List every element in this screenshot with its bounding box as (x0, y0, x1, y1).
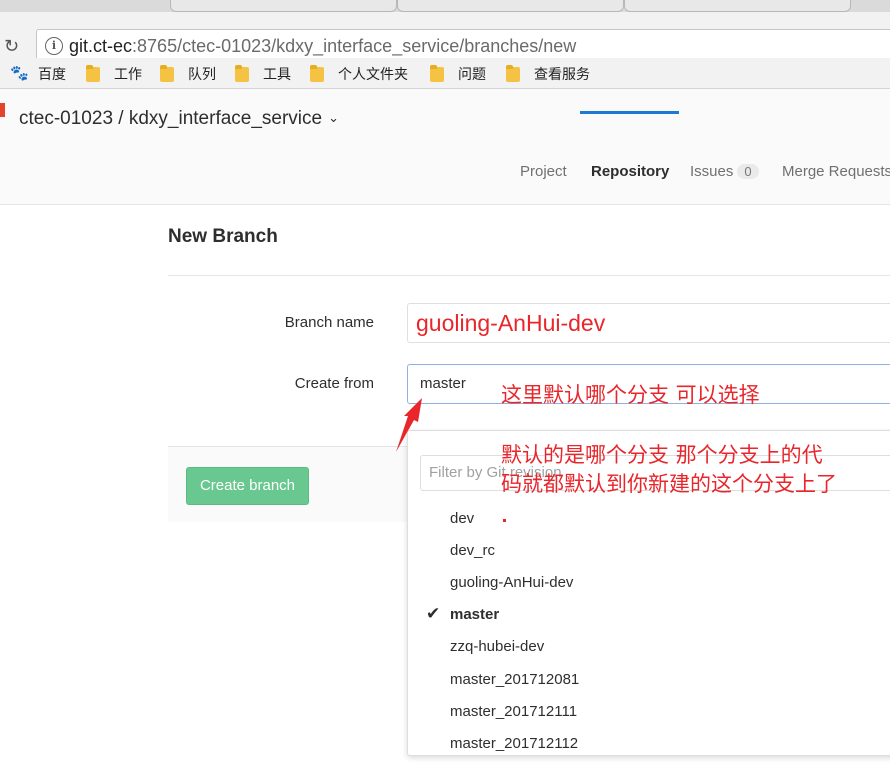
address-bar: ↻ i git.ct-ec:8765/ctec-01023/kdxy_inter… (0, 12, 890, 65)
bookmark-services[interactable]: 查看服务 (506, 64, 590, 84)
bookmark-label: 工具 (263, 66, 291, 82)
annotation-arrow-icon (396, 398, 422, 452)
branch-label: master_201712081 (450, 671, 580, 688)
reload-icon[interactable]: ↻ (4, 36, 19, 57)
branch-name-value: guoling-AnHui-dev (416, 310, 606, 336)
branch-label: dev (450, 510, 475, 527)
page-title: New Branch (168, 226, 278, 247)
branch-item-master[interactable]: ✔ master (408, 601, 890, 631)
tab-issues[interactable]: Issues 0 (690, 163, 759, 180)
divider (168, 275, 890, 276)
bookmark-label: 个人文件夹 (338, 66, 408, 82)
folder-icon (310, 64, 324, 82)
branch-label: guoling-AnHui-dev (450, 574, 574, 591)
url-path: :8765/ctec-01023/kdxy_interface_service/… (132, 36, 577, 56)
folder-icon (160, 64, 174, 82)
folder-icon (235, 64, 249, 82)
info-icon[interactable]: i (45, 37, 63, 55)
branch-item-zzq-hubei-dev[interactable]: zzq-hubei-dev (408, 633, 890, 663)
branch-item-guoling-anhui-dev[interactable]: guoling-AnHui-dev (408, 569, 890, 599)
tab-merge-requests[interactable]: Merge Requests (782, 163, 890, 180)
branch-label: master (450, 606, 500, 623)
branch-item-master-201712112[interactable]: master_201712112 (408, 730, 890, 755)
form-actions: Create branch (168, 446, 418, 522)
bookmark-personal[interactable]: 个人文件夹 (310, 64, 408, 84)
annotation-line-1: 这里默认哪个分支 可以选择 (501, 383, 760, 407)
url-text: git.ct-ec:8765/ctec-01023/kdxy_interface… (69, 36, 576, 57)
bookmark-label: 工作 (114, 66, 142, 82)
issues-count-badge: 0 (737, 164, 759, 179)
active-tab-indicator (580, 111, 679, 114)
branch-label: master_201712112 (450, 735, 579, 752)
annotation-dot (503, 519, 506, 522)
breadcrumb-text: ctec-01023 / kdxy_interface_service (19, 108, 323, 129)
browser-tab-strip (0, 0, 890, 12)
project-breadcrumb[interactable]: ctec-01023 / kdxy_interface_service ⌄ (19, 108, 339, 130)
branch-item-master-201712111[interactable]: master_201712111 (408, 698, 890, 728)
bookmarks-bar: 🐾 百度 工作 队列 工具 个人文件夹 问题 查看服务 (0, 58, 890, 89)
checkmark-icon: ✔ (426, 604, 441, 623)
create-from-label: Create from (294, 375, 374, 392)
bookmark-label: 队列 (188, 66, 216, 82)
browser-tab[interactable] (397, 0, 624, 12)
gitlab-logo-icon[interactable] (0, 103, 5, 117)
tab-project[interactable]: Project (520, 163, 567, 180)
bookmark-label: 查看服务 (534, 66, 590, 82)
bookmark-label: 问题 (458, 66, 486, 82)
url-host: git.ct-ec (69, 36, 133, 56)
browser-tab[interactable] (170, 0, 397, 12)
folder-icon (506, 64, 520, 82)
branch-label: master_201712111 (450, 703, 578, 720)
create-branch-button[interactable]: Create branch (186, 467, 309, 505)
bookmark-baidu[interactable]: 🐾 百度 (10, 64, 66, 84)
baidu-icon: 🐾 (10, 65, 29, 82)
branch-name-input[interactable]: guoling-AnHui-dev (407, 303, 890, 343)
branch-item-master-201712081[interactable]: master_201712081 (408, 666, 890, 696)
bookmark-queue[interactable]: 队列 (160, 64, 216, 84)
bookmark-tools[interactable]: 工具 (235, 64, 291, 84)
branch-item-dev-rc[interactable]: dev_rc (408, 537, 890, 567)
annotation-line-3: 码就都默认到你新建的这个分支上了 (501, 472, 837, 496)
bookmark-issues[interactable]: 问题 (430, 64, 486, 84)
folder-icon (86, 64, 100, 82)
branch-label: zzq-hubei-dev (450, 638, 545, 655)
create-from-value: master (420, 375, 466, 392)
project-header: ctec-01023 / kdxy_interface_service ⌄ Pro… (0, 89, 890, 205)
bookmark-label: 百度 (38, 66, 66, 82)
folder-icon (430, 64, 444, 82)
branch-label: dev_rc (450, 542, 496, 559)
tab-repository[interactable]: Repository (591, 163, 669, 180)
branch-item-dev[interactable]: dev (408, 505, 890, 535)
annotation-line-2: 默认的是哪个分支 那个分支上的代 (501, 443, 823, 467)
branch-name-label: Branch name (284, 314, 374, 331)
browser-tab[interactable] (624, 0, 851, 12)
chevron-down-icon[interactable]: ⌄ (328, 110, 339, 125)
bookmark-work[interactable]: 工作 (86, 64, 142, 84)
tab-issues-label: Issues (690, 163, 734, 180)
